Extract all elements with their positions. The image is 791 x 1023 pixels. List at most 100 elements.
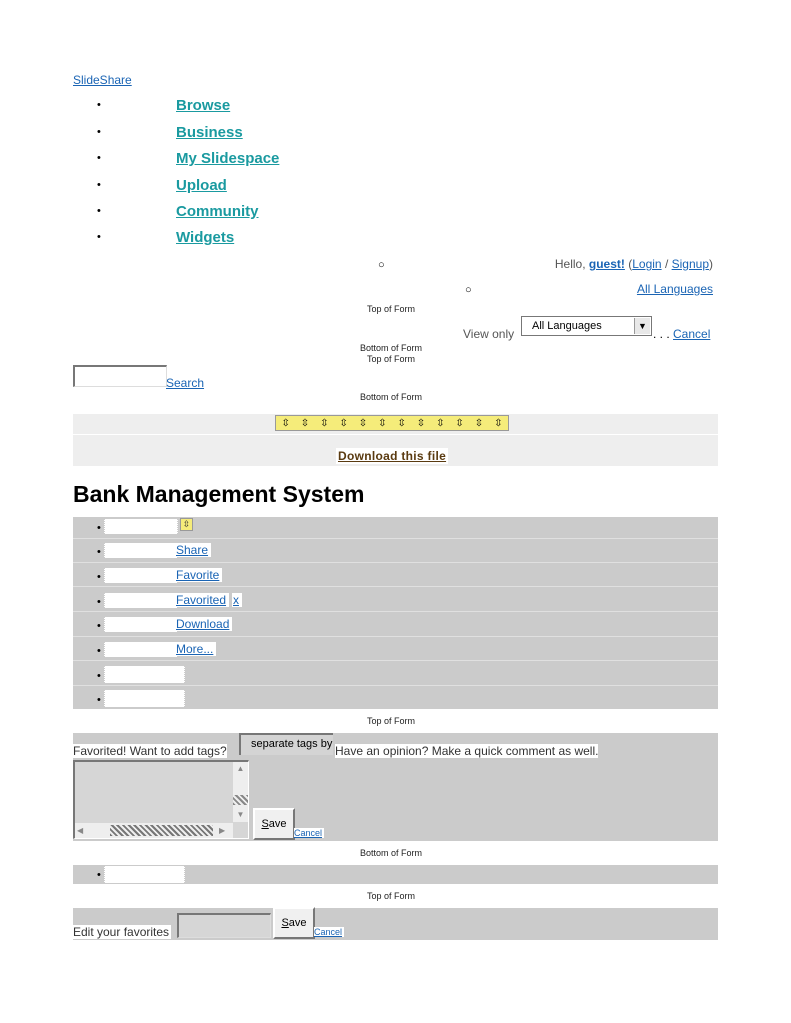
row-divider [73,538,718,539]
tags-cancel-link[interactable]: Cancel [294,828,325,838]
edit-favorites-cancel-link[interactable]: Cancel [314,927,345,937]
nav-browse[interactable]: Browse [176,97,230,114]
page-title: Bank Management System [73,481,365,507]
slide-icon: ⇳ [474,417,484,429]
slide-icon: ⇳ [494,417,503,429]
slide-icon: ⇳ [436,417,445,429]
row-divider [73,562,718,563]
unfavorite-x-link[interactable]: x [232,593,242,607]
top-of-form-label: Top of Form [367,716,416,726]
save-mnemonic: S [261,818,269,830]
language-cancel-link[interactable]: Cancel [673,327,710,341]
scroll-thumb[interactable] [110,825,213,836]
nav-my-slidespace[interactable]: My Slidespace [176,150,279,167]
signup-link[interactable]: Signup [672,257,709,271]
row-spacer [104,866,185,883]
bottom-of-form-label: Bottom of Form [360,343,423,353]
slide-icon: ⇳ [339,417,348,429]
rating-icons-strip: ⇳ ⇳ ⇳ ⇳ ⇳ ⇳ ⇳ ⇳ ⇳ ⇳ ⇳ ⇳ [275,415,509,431]
download-link[interactable]: Download [175,617,233,631]
row-spacer [104,617,178,632]
more-link[interactable]: More... [175,642,217,656]
nav-bullet: • [97,179,101,191]
top-of-form-label: Top of Form [367,354,416,364]
slide-icon: ⇳ [281,417,290,429]
guest-link[interactable]: guest! [589,257,625,271]
language-select-value: All Languages [532,320,602,332]
save-label: ave [288,917,307,929]
scroll-down-icon[interactable]: ▼ [233,808,248,822]
slide-icon: ⇳ [455,417,464,429]
download-file-link[interactable]: Download this file [336,448,449,464]
scroll-right-icon[interactable]: ▶ [219,823,231,838]
favorite-link[interactable]: Favorite [175,568,223,582]
row-spacer [104,593,178,608]
row-spacer [104,642,178,657]
embed-icon[interactable]: ⇳ [180,518,193,531]
paren-close: ) [709,257,713,271]
list-bullet: • [97,546,101,558]
bottom-of-form-label: Bottom of Form [360,848,423,858]
all-languages-link[interactable]: All Languages [637,282,713,296]
save-mnemonic: S [281,917,289,929]
nav-bullet: • [97,152,101,164]
list-bullet: • [97,694,101,706]
view-only-label: View only [463,327,515,341]
list-bullet: • [97,869,101,881]
ellipsis-dots: . . . [653,327,670,341]
slide-icon: ⇳ [320,417,329,429]
list-bullet: • [97,670,101,682]
comment-textarea[interactable]: ▲ ▼ ◀ ▶ [73,760,249,839]
scroll-thumb[interactable] [233,795,248,805]
slide-icon: ⇳ [378,417,387,429]
slideshare-home-link[interactable]: SlideShare [73,73,132,87]
edit-favorites-label: Edit your favorites [73,925,172,939]
chevron-down-icon[interactable]: ▼ [634,318,650,334]
opinion-text: Have an opinion? Make a quick comment as… [335,744,599,758]
slide-icon: ⇳ [397,417,406,429]
slide-icon: ⇳ [416,417,426,429]
nav-bullet: • [97,205,101,217]
user-greeting: Hello, guest! (Login / Signup) [555,257,713,271]
scroll-up-icon[interactable]: ▲ [233,762,248,776]
list-bullet: • [97,620,101,632]
tags-input[interactable]: separate tags by [239,733,333,755]
nav-business[interactable]: Business [176,124,243,141]
slide-icon: ⇳ [358,417,368,429]
nav-bullet: • [97,126,101,138]
login-link[interactable]: Login [632,257,661,271]
edit-favorites-save-button[interactable]: Save [273,907,315,939]
row-divider [73,586,718,587]
row-spacer [104,666,185,683]
vertical-scrollbar[interactable]: ▲ ▼ [233,762,248,822]
favorited-link[interactable]: Favorited [175,593,230,607]
scroll-left-icon[interactable]: ◀ [77,823,89,838]
top-of-form-label: Top of Form [367,891,416,901]
list-bullet: • [97,522,101,534]
row-divider [73,636,718,637]
search-link[interactable]: Search [166,376,204,390]
edit-favorites-input[interactable] [177,913,271,938]
top-of-form-label: Top of Form [367,304,416,314]
row-spacer [104,543,178,558]
nav-widgets[interactable]: Widgets [176,229,234,246]
nav-upload[interactable]: Upload [176,177,227,194]
search-input[interactable] [73,365,167,387]
save-label: ave [268,818,287,830]
language-select[interactable]: All Languages ▼ [521,316,652,336]
row-spacer [104,519,178,534]
tags-prompt: Favorited! Want to add tags? [73,744,227,758]
row-spacer [104,568,178,583]
save-button[interactable]: Save [253,808,295,840]
nav-community[interactable]: Community [176,203,259,220]
row-divider [73,685,718,686]
list-bullet: • [97,596,101,608]
list-bullet: • [97,571,101,583]
share-link[interactable]: Share [175,543,212,557]
row-divider [73,660,718,661]
page: SlideShare • Browse • Business • My Slid… [0,0,791,1023]
sub-bullet-circle: ○ [465,284,472,296]
bottom-of-form-label: Bottom of Form [360,392,423,402]
nav-bullet: • [97,231,101,243]
horizontal-scrollbar[interactable]: ◀ ▶ [75,823,233,838]
